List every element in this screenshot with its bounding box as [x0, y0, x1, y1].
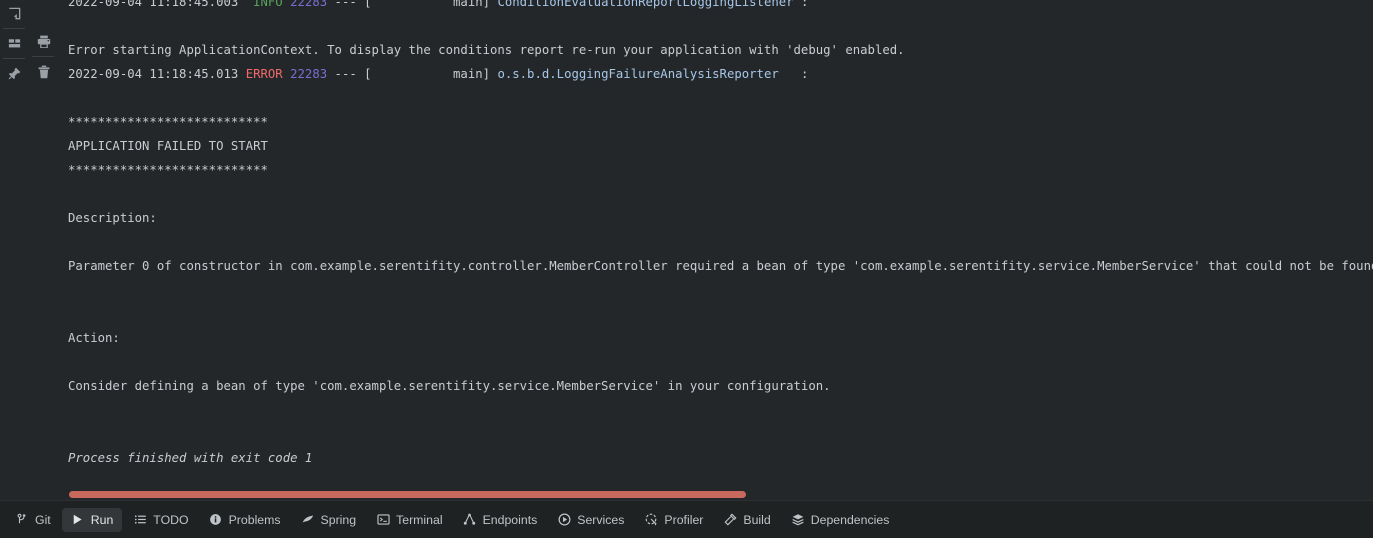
console-text-segment: Action: [68, 331, 120, 345]
tool-window-tab-label: Git [35, 512, 51, 527]
pin-icon[interactable] [0, 60, 29, 87]
tool-window-tab-bar: Git Run TODO Problems Spring Terminal Endpoint… [0, 500, 1373, 538]
process-finished-line: Process finished with exit code 1 [68, 450, 312, 466]
tool-window-tab-terminal[interactable]: Terminal [367, 508, 451, 532]
gutter-spacer [29, 0, 58, 28]
gutter-column-right [29, 0, 58, 85]
console-text-segment: INFO [253, 0, 283, 9]
run-play-icon [71, 513, 85, 527]
build-hammer-icon [723, 513, 737, 527]
tool-window-tab-label: Run [90, 512, 114, 527]
banner-bottom-line: *************************** [68, 162, 268, 178]
tool-window-tab-label: Services [577, 512, 625, 527]
console-text-segment: Consider defining a bean of type 'com.ex… [68, 379, 831, 393]
tool-window-tab-build[interactable]: Build [714, 508, 779, 532]
todo-list-icon [133, 513, 147, 527]
console-text-segment: ERROR [245, 67, 283, 81]
tool-window-tab-endpoints[interactable]: Endpoints [454, 508, 547, 532]
log-info-line: 2022-09-04 11:18:45.003 INFO 22283 --- [… [68, 0, 808, 10]
gutter-column-left [0, 0, 29, 87]
error-stripe-marker[interactable] [69, 491, 746, 498]
print-icon[interactable] [29, 28, 58, 55]
spring-leaf-icon [301, 513, 315, 527]
dependencies-icon [791, 513, 805, 527]
tool-window-tab-label: Problems [228, 512, 281, 527]
console-text-segment: : [778, 67, 809, 81]
console-text-segment: ConditionEvaluationReportLoggingListener [497, 0, 794, 9]
console-text-segment: *************************** [68, 163, 268, 177]
tool-window-tab-problems[interactable]: Problems [200, 508, 290, 532]
tool-window-tab-dependencies[interactable]: Dependencies [782, 508, 899, 532]
banner-top-line: *************************** [68, 114, 268, 130]
tool-window-tab-label: Profiler [664, 512, 704, 527]
log-error-line: 2022-09-04 11:18:45.013 ERROR 22283 --- … [68, 66, 808, 82]
console-output-area[interactable]: 2022-09-04 11:18:45.003 INFO 22283 --- [… [58, 0, 1373, 500]
problems-info-icon [209, 513, 223, 527]
console-text-segment: : [793, 0, 809, 9]
tool-window-tab-run[interactable]: Run [61, 507, 123, 532]
tool-window-tab-label: TODO [153, 512, 189, 527]
console-text-segment: 2022-09-04 11:18:45.003 [68, 0, 254, 9]
console-text-segment: --- [ main] [327, 67, 498, 81]
console-text-segment: APPLICATION FAILED TO START [68, 139, 268, 153]
tool-window-tab-label: Endpoints [482, 512, 538, 527]
tool-window-tab-label: Terminal [396, 512, 443, 527]
tool-window-tab-todo[interactable]: TODO [124, 508, 197, 532]
console-text-segment [283, 67, 290, 81]
trash-icon[interactable] [29, 58, 58, 85]
console-text-segment: Error starting ApplicationContext. To di… [68, 43, 905, 57]
console-text-segment: 2022-09-04 11:18:45.013 [68, 67, 246, 81]
tool-window-tab-services[interactable]: Services [548, 508, 633, 532]
console-gutter-toolbar [0, 0, 58, 500]
action-body-line: Consider defining a bean of type 'com.ex… [68, 378, 831, 394]
error-stripe-track[interactable] [58, 489, 1373, 500]
console-text-segment: 22283 [290, 67, 328, 81]
console-text-segment: 22283 [290, 0, 328, 9]
tool-window-tab-label: Build [743, 512, 771, 527]
tool-window-tab-label: Spring [320, 512, 357, 527]
console-text-segment: Parameter 0 of constructor in com.exampl… [68, 259, 1373, 273]
terminal-icon [376, 513, 390, 527]
error-starting-context-line: Error starting ApplicationContext. To di… [68, 42, 905, 58]
git-branch-icon [15, 513, 29, 527]
tool-window-tab-git[interactable]: Git [6, 508, 60, 532]
console-text-segment: Process finished with exit code 1 [68, 451, 313, 465]
application-failed-line: APPLICATION FAILED TO START [68, 138, 268, 154]
soft-wrap-icon[interactable] [0, 0, 29, 27]
endpoints-icon [463, 513, 477, 527]
services-play-icon [557, 513, 571, 527]
console-text-segment: *************************** [68, 115, 268, 129]
tool-window-tab-profiler[interactable]: Profiler [635, 508, 712, 532]
tool-window-tab-label: Dependencies [810, 512, 890, 527]
profiler-icon [644, 513, 658, 527]
ide-run-console-window: 2022-09-04 11:18:45.003 INFO 22283 --- [… [0, 0, 1373, 538]
console-text-segment [283, 0, 290, 9]
description-heading-line: Description: [68, 210, 157, 226]
gutter-divider [3, 58, 25, 59]
console-text-segment: Description: [68, 211, 157, 225]
split-layout-icon[interactable] [0, 30, 29, 57]
console-text-segment: o.s.b.d.LoggingFailureAnalysisReporter [497, 67, 779, 81]
gutter-divider [32, 56, 54, 57]
console-text-segment: --- [ main] [327, 0, 498, 9]
action-heading-line: Action: [68, 330, 120, 346]
tool-window-tab-spring[interactable]: Spring [292, 508, 366, 532]
gutter-divider [3, 28, 25, 29]
description-body-line: Parameter 0 of constructor in com.exampl… [68, 258, 1373, 274]
